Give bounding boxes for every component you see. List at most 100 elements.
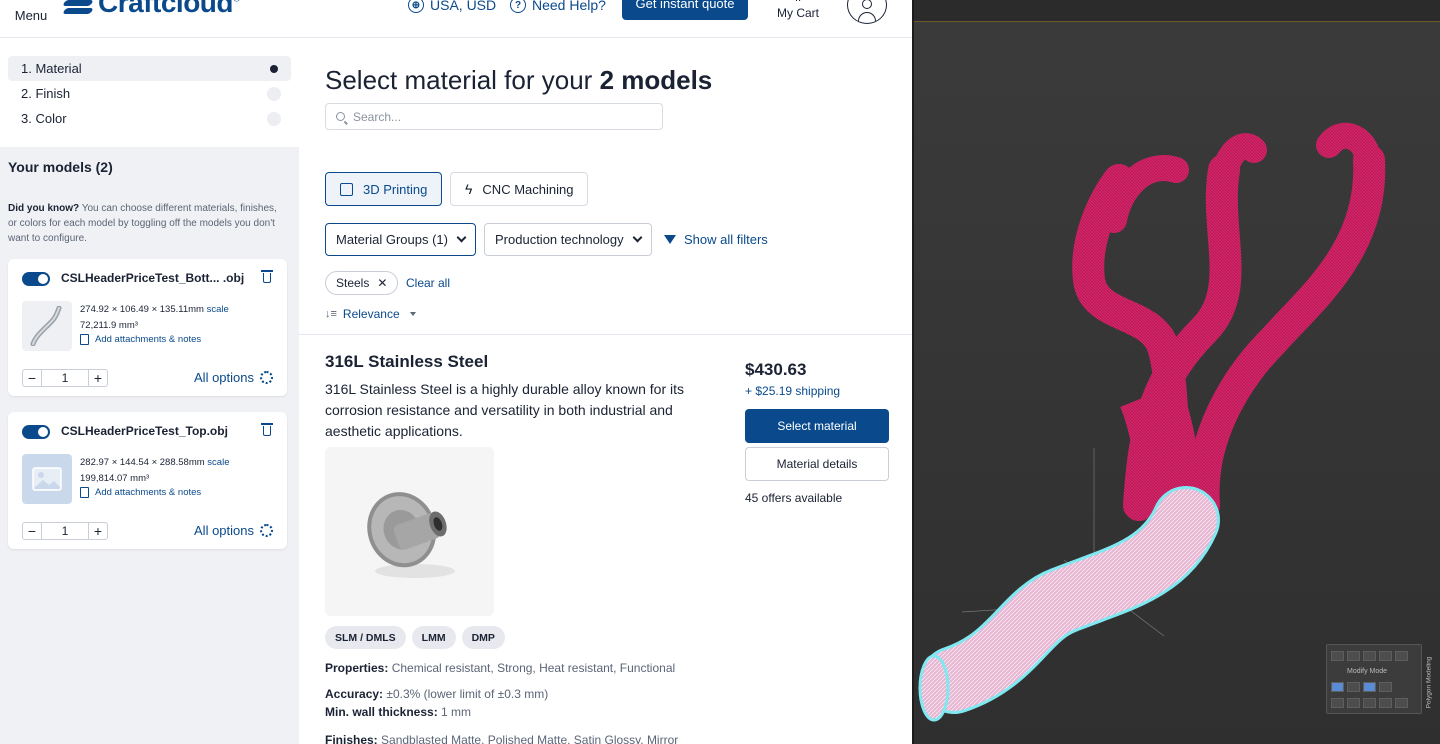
step-material[interactable]: 1. Material: [8, 56, 291, 81]
clear-all-link[interactable]: Clear all: [406, 276, 450, 290]
step-color[interactable]: 3. Color: [8, 106, 291, 131]
configuration-steps: 1. Material 2. Finish 3. Color: [0, 39, 299, 147]
material-properties: Properties: Chemical resistant, Strong, …: [325, 661, 676, 675]
material-wall-thickness: Min. wall thickness: 1 mm: [325, 705, 472, 719]
model-dimensions: 274.92 × 106.49 × 135.11mm scale 72,211.…: [80, 302, 229, 334]
model-toggle[interactable]: [22, 425, 50, 439]
brand-logo[interactable]: Craftcloud®: [62, 0, 240, 18]
panel-row: [1331, 682, 1392, 692]
mode-button[interactable]: [1347, 682, 1360, 692]
search-icon: [336, 112, 345, 121]
models-heading: Your models (2): [8, 159, 113, 175]
decrement-button[interactable]: −: [23, 523, 41, 539]
locale-label: USA, USD: [430, 0, 497, 13]
offers-count: 45 offers available: [745, 491, 843, 505]
question-icon: ?: [510, 0, 526, 13]
exhaust-header-model[interactable]: [914, 0, 1440, 744]
show-all-filters-button[interactable]: Show all filters: [664, 232, 768, 247]
step-pending-icon: [267, 111, 281, 126]
tool-button[interactable]: [1379, 698, 1392, 708]
trash-icon[interactable]: [261, 423, 273, 437]
mode-button[interactable]: [1331, 682, 1344, 692]
tool-button[interactable]: [1331, 698, 1344, 708]
search-placeholder: Search...: [353, 109, 402, 124]
increment-button[interactable]: +: [89, 370, 107, 386]
add-attachments-link[interactable]: Add attachments & notes: [80, 487, 201, 498]
sort-dropdown[interactable]: ↓≡ Relevance: [325, 307, 416, 321]
model-toggle[interactable]: [22, 272, 50, 286]
material-finishes: Finishes: Sandblasted Matte, Polished Ma…: [325, 733, 679, 744]
all-options-button[interactable]: All options: [194, 523, 273, 538]
material-description: 316L Stainless Steel is a highly durable…: [325, 381, 685, 439]
quantity-value[interactable]: 1: [41, 523, 89, 539]
scale-link[interactable]: scale: [207, 457, 229, 468]
material-groups-dropdown[interactable]: Material Groups (1): [325, 223, 476, 256]
tool-button[interactable]: [1363, 698, 1376, 708]
help-label: Need Help?: [532, 0, 606, 13]
instant-quote-button[interactable]: Get instant quote: [622, 0, 748, 20]
quantity-stepper[interactable]: − 1 +: [22, 369, 108, 387]
steel-part-image: [366, 491, 455, 578]
model-thumbnail: [22, 454, 72, 504]
border-button[interactable]: [1363, 651, 1376, 661]
polygon-modeling-tab[interactable]: Polygon Modeling: [1425, 649, 1437, 711]
select-material-button[interactable]: Select material: [745, 409, 889, 443]
close-icon[interactable]: ✕: [377, 276, 387, 290]
menu-label: Menu: [14, 8, 48, 23]
sidebar: 1. Material 2. Finish 3. Color Your mode…: [0, 39, 299, 744]
brand-name: Craftcloud®: [98, 0, 240, 18]
cube-icon: [340, 182, 353, 196]
user-avatar-icon[interactable]: [847, 0, 887, 24]
increment-button[interactable]: +: [89, 523, 107, 539]
globe-icon: ⊕: [408, 0, 424, 13]
model-volume: 199,814.07 mm³: [80, 473, 150, 484]
search-input[interactable]: Search...: [325, 103, 663, 130]
cart-button[interactable]: ⋅⋅ My Cart: [774, 0, 822, 20]
model-filename: CSLHeaderPriceTest_Top.obj: [61, 424, 228, 438]
model-card: CSLHeaderPriceTest_Top.obj 282.97 × 144.…: [8, 412, 287, 549]
material-selection-panel: Select material for your 2 models Search…: [299, 39, 912, 744]
step-finish[interactable]: 2. Finish: [8, 81, 291, 106]
chevron-down-icon: [456, 232, 467, 243]
edge-button[interactable]: [1347, 651, 1360, 661]
page-title: Select material for your 2 models: [325, 65, 713, 95]
material-price: $430.63: [745, 360, 807, 379]
trash-icon[interactable]: [261, 270, 273, 284]
sort-icon: ↓≡: [325, 308, 337, 320]
tool-button[interactable]: [1347, 698, 1360, 708]
filter-chip-steels[interactable]: Steels ✕: [325, 271, 399, 295]
scale-link[interactable]: scale: [207, 304, 229, 315]
all-options-button[interactable]: All options: [194, 370, 273, 385]
vertex-button[interactable]: [1331, 651, 1344, 661]
element-button[interactable]: [1395, 651, 1408, 661]
model-filename: CSLHeaderPriceTest_Bott... .obj: [61, 271, 245, 285]
tab-3d-printing[interactable]: 3D Printing: [325, 172, 443, 206]
filter-icon: [664, 235, 676, 244]
model-card: CSLHeaderPriceTest_Bott... .obj 274.92 ×…: [8, 259, 287, 396]
add-attachments-link[interactable]: Add attachments & notes: [80, 334, 201, 345]
decrement-button[interactable]: −: [23, 370, 41, 386]
model-volume: 72,211.9 mm³: [80, 320, 138, 331]
step-current-icon: [270, 64, 278, 73]
lightning-icon: ϟ: [465, 181, 473, 197]
locale-selector[interactable]: ⊕ USA, USD: [408, 0, 496, 13]
material-details-button[interactable]: Material details: [745, 447, 889, 481]
tag-lmm: LMM: [411, 626, 456, 649]
tag-dmp: DMP: [461, 626, 505, 649]
technology-tags: SLM / DMLS LMM DMP: [325, 626, 505, 649]
polygon-button[interactable]: [1379, 651, 1392, 661]
quantity-stepper[interactable]: − 1 +: [22, 522, 108, 540]
tab-cnc-machining[interactable]: ϟ CNC Machining: [450, 172, 589, 206]
mode-button[interactable]: [1379, 682, 1392, 692]
model-thumbnail: [22, 301, 72, 351]
quantity-value[interactable]: 1: [41, 370, 89, 386]
3d-viewport[interactable]: Modify Mode Polygon Modeling: [914, 0, 1440, 744]
craftcloud-app: Menu Craftcloud® ⊕ USA, USD ? Need Help?…: [0, 0, 912, 744]
help-link[interactable]: ? Need Help?: [510, 0, 606, 13]
pipe-model-icon: [30, 306, 62, 346]
production-technology-dropdown[interactable]: Production technology: [484, 223, 652, 256]
model-dimensions: 282.97 × 144.54 × 288.58mm scale 199,814…: [80, 455, 229, 487]
mode-button[interactable]: [1363, 682, 1376, 692]
menu-button[interactable]: Menu: [13, 0, 49, 23]
tool-button[interactable]: [1395, 698, 1408, 708]
